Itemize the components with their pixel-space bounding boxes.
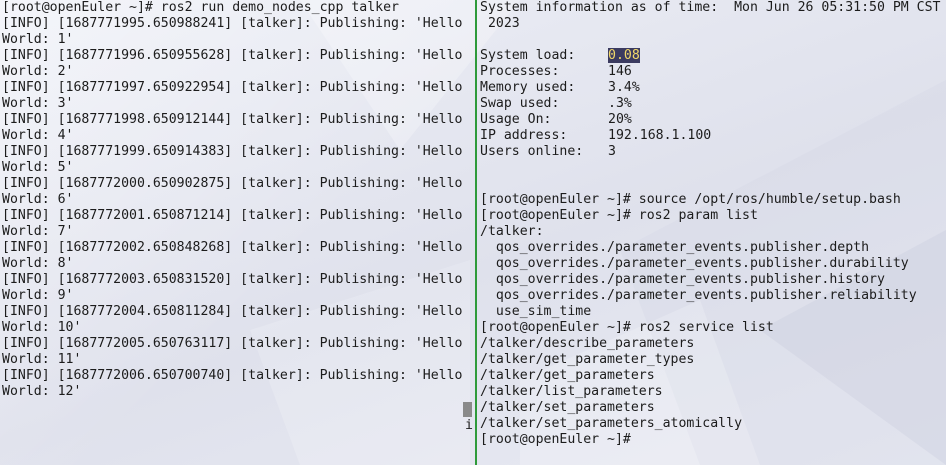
terminal-line: [INFO] [1687772002.650848268] [talker]: … (2, 240, 463, 255)
sysinfo-value: 20% (608, 112, 632, 127)
terminal-line: World: 8' (2, 256, 74, 271)
left-scrollbar-thumb[interactable] (463, 402, 472, 417)
sysinfo-row: Memory used: 3.4% (478, 80, 946, 96)
sysinfo-value: 192.168.1.100 (608, 128, 712, 143)
terminal-line: World: 7' (2, 224, 74, 239)
sysinfo-label: Memory used: (480, 80, 576, 95)
sysinfo-value: .3% (608, 96, 632, 111)
terminal-line: World: 9' (2, 288, 74, 303)
terminal-line: /talker/describe_parameters (480, 336, 695, 351)
terminal-line: qos_overrides./parameter_events.publishe… (480, 256, 909, 271)
pane-divider[interactable] (475, 0, 477, 465)
sysinfo-label: Processes: (480, 64, 560, 79)
sysinfo-label: IP address: (480, 128, 568, 143)
terminal-line: qos_overrides./parameter_events.publishe… (480, 272, 885, 287)
sysinfo-value: 3.4% (608, 80, 640, 95)
terminal-line: [root@openEuler ~]# ros2 param list (480, 208, 758, 223)
terminal-line: [INFO] [1687771996.650955628] [talker]: … (2, 48, 463, 63)
terminal-line: [INFO] [1687771997.650922954] [talker]: … (2, 80, 463, 95)
terminal-line: /talker/get_parameters (480, 368, 655, 383)
terminal-line: World: 3' (2, 96, 74, 111)
terminal-line: World: 11' (2, 352, 82, 367)
terminal-line: World: 1' (2, 32, 74, 47)
terminal-line: World: 12' (2, 384, 82, 399)
terminal-line: World: 4' (2, 128, 74, 143)
sysinfo-row: Usage On: 20% (478, 112, 946, 128)
sysinfo-label: Users online: (480, 144, 584, 159)
terminal-line: [INFO] [1687772005.650763117] [talker]: … (2, 336, 463, 351)
text-cursor-icon: i (465, 418, 473, 433)
terminal-line: [root@openEuler ~]# ros2 run demo_nodes_… (2, 0, 399, 15)
terminal-line: /talker/set_parameters_atomically (480, 416, 743, 431)
terminal-line: World: 2' (2, 64, 74, 79)
left-terminal-output: [root@openEuler ~]# ros2 run demo_nodes_… (0, 0, 472, 400)
terminal-line: [INFO] [1687771999.650914383] [talker]: … (2, 144, 463, 159)
sysinfo-row: Swap used: .3% (478, 96, 946, 112)
terminal-line: [INFO] [1687772000.650902875] [talker]: … (2, 176, 463, 191)
terminal-line: [INFO] [1687772001.650871214] [talker]: … (2, 208, 463, 223)
terminal-line: use_sim_time (480, 304, 592, 319)
terminal-line: /talker: (480, 224, 544, 239)
sysinfo-row: Users online: 3 (478, 144, 946, 160)
sysinfo-header-year: 2023 (480, 16, 520, 31)
terminal-line: qos_overrides./parameter_events.publishe… (480, 288, 917, 303)
sysinfo-label: System load: (480, 48, 576, 63)
terminal-line: World: 5' (2, 160, 74, 175)
sysinfo-row: System load: 0.08 (478, 48, 946, 64)
sysinfo-value: 146 (608, 64, 632, 79)
terminal-line: /talker/get_parameter_types (480, 352, 695, 367)
sysinfo-row: IP address: 192.168.1.100 (478, 128, 946, 144)
terminal-line: [root@openEuler ~]# source /opt/ros/humb… (480, 192, 901, 207)
terminal-line: /talker/list_parameters (480, 384, 663, 399)
left-terminal-pane[interactable]: [root@openEuler ~]# ros2 run demo_nodes_… (0, 0, 472, 465)
terminal-line: [INFO] [1687771998.650912144] [talker]: … (2, 112, 463, 127)
sysinfo-header: System information as of time: Mon Jun 2… (480, 0, 941, 15)
sysinfo-table: System load: 0.08 Processes: 146 Memory used… (478, 48, 946, 160)
sysinfo-row: Processes: 146 (478, 64, 946, 80)
terminal-line: [INFO] [1687772006.650700740] [talker]: … (2, 368, 463, 383)
terminal-line: World: 6' (2, 192, 74, 207)
terminal-line: /talker/set_parameters (480, 400, 655, 415)
sysinfo-value: 3 (608, 144, 616, 159)
sysinfo-label: Usage On: (480, 112, 552, 127)
terminal-line: qos_overrides./parameter_events.publishe… (480, 240, 870, 255)
terminal-line: [INFO] [1687772004.650811284] [talker]: … (2, 304, 463, 319)
right-terminal-output: [root@openEuler ~]# source /opt/ros/humb… (478, 192, 946, 448)
terminal-line: World: 10' (2, 320, 82, 335)
terminal-line: [root@openEuler ~]# ros2 service list (480, 320, 774, 335)
terminal-line: [INFO] [1687772003.650831520] [talker]: … (2, 272, 463, 287)
right-terminal-pane[interactable]: System information as of time: Mon Jun 2… (478, 0, 946, 465)
terminal-line: [INFO] [1687771995.650988241] [talker]: … (2, 16, 463, 31)
sysinfo-value: 0.08 (608, 48, 640, 63)
terminal-line: [root@openEuler ~]# (480, 432, 631, 447)
sysinfo-label: Swap used: (480, 96, 560, 111)
